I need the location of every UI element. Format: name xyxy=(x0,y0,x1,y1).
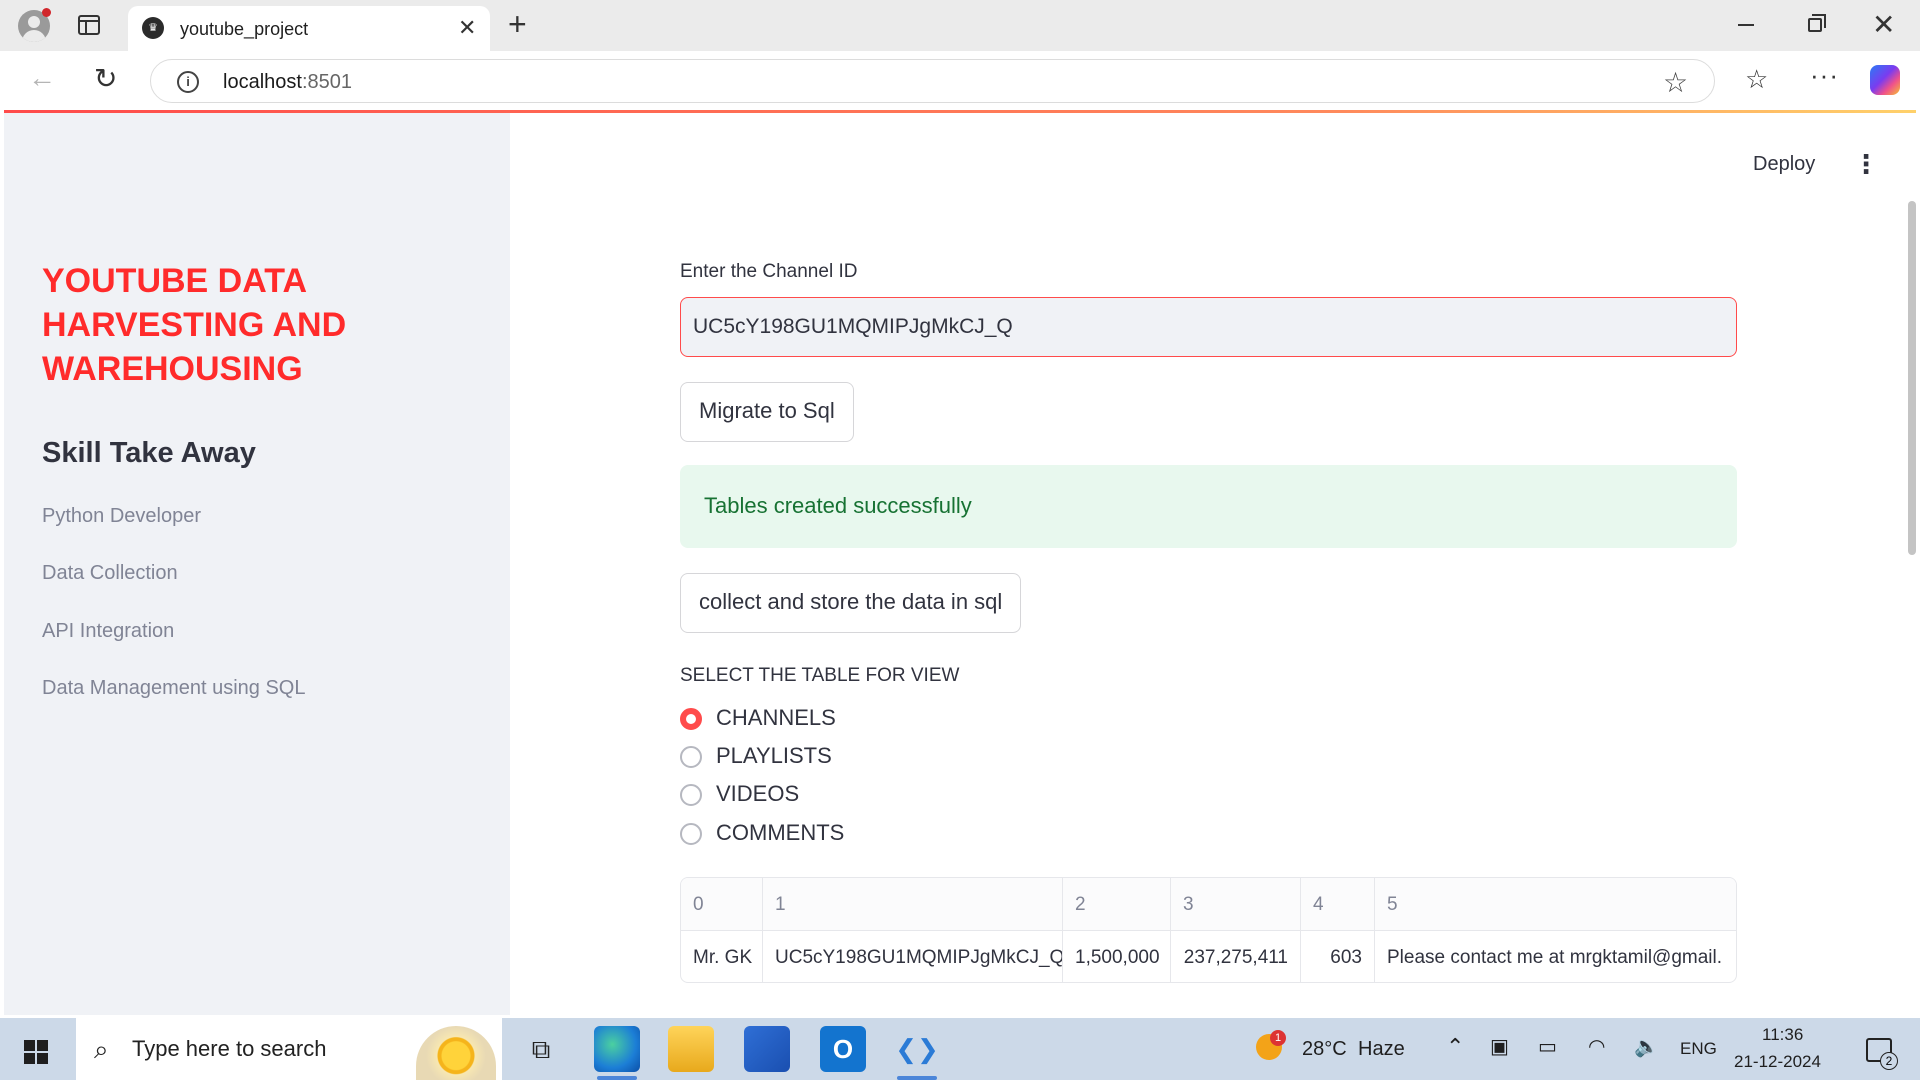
main-content: Deploy ⋮ Enter the Channel ID UC5cY198GU… xyxy=(510,113,1916,1015)
window-restore-icon[interactable] xyxy=(1808,14,1826,32)
success-message: Tables created successfully xyxy=(704,493,972,518)
search-highlight-image xyxy=(416,1026,496,1080)
windows-taskbar: ⌕ Type here to search ⧉ O ❮❯ 1 28°C Haze… xyxy=(0,1018,1920,1080)
skill-item-api-integration: API Integration xyxy=(42,620,175,642)
table-header-cell[interactable]: 0 xyxy=(681,878,763,931)
active-app-indicator xyxy=(597,1076,637,1080)
active-app-indicator xyxy=(897,1076,937,1080)
clock-time[interactable]: 11:36 xyxy=(1762,1025,1803,1045)
browser-tab-bar: ♛ youtube_project ✕ + ✕ xyxy=(0,0,1920,51)
streamlit-favicon-icon: ♛ xyxy=(142,17,164,39)
address-toolbar: ← ↻ i localhost:8501 ☆ ☆ ··· xyxy=(0,51,1920,108)
new-tab-icon[interactable]: + xyxy=(508,6,527,43)
url-text[interactable]: localhost:8501 xyxy=(223,71,352,94)
radio-unselected-icon[interactable] xyxy=(680,823,702,845)
table-cell[interactable]: 1,500,000 xyxy=(1063,931,1171,982)
table-header-cell[interactable]: 3 xyxy=(1171,878,1301,931)
url-host: localhost xyxy=(223,71,302,93)
microsoft-store-icon[interactable] xyxy=(744,1026,790,1072)
file-explorer-icon[interactable] xyxy=(668,1026,714,1072)
windows-start-icon[interactable] xyxy=(24,1040,48,1064)
table-cell[interactable]: Mr. GK xyxy=(681,931,763,982)
favorite-star-icon[interactable]: ☆ xyxy=(1663,66,1688,99)
volume-icon[interactable]: 🔈 xyxy=(1634,1034,1659,1059)
skill-item-python: Python Developer xyxy=(42,505,201,527)
table-header-cell[interactable]: 2 xyxy=(1063,878,1171,931)
data-table[interactable]: 0 1 2 3 4 5 Mr. GK UC5cY198GU1MQMIPJgMkC… xyxy=(680,877,1737,983)
favorites-icon[interactable]: ☆ xyxy=(1745,64,1768,95)
copilot-icon[interactable] xyxy=(1870,65,1900,95)
skill-item-sql: Data Management using SQL xyxy=(42,677,306,699)
channel-id-input[interactable]: UC5cY198GU1MQMIPJgMkCJ_Q xyxy=(680,297,1737,357)
edge-browser-icon[interactable] xyxy=(594,1026,640,1072)
deploy-button[interactable]: Deploy xyxy=(1753,153,1815,176)
weather-description[interactable]: Haze xyxy=(1358,1038,1405,1061)
success-alert: Tables created successfully xyxy=(680,465,1737,548)
site-info-icon[interactable]: i xyxy=(177,71,199,93)
app-title: YOUTUBE DATA HARVESTING AND WAREHOUSING xyxy=(42,262,347,388)
tab-close-icon[interactable]: ✕ xyxy=(458,15,476,41)
table-header-cell[interactable]: 1 xyxy=(763,878,1063,931)
table-header-cell[interactable]: 4 xyxy=(1301,878,1375,931)
table-cell[interactable]: UC5cY198GU1MQMIPJgMkCJ_Q xyxy=(763,931,1063,982)
collect-store-button[interactable]: collect and store the data in sql xyxy=(680,573,1022,633)
radio-label-playlists: PLAYLISTS xyxy=(716,743,832,768)
radio-selected-icon[interactable] xyxy=(680,708,702,730)
sidebar: YOUTUBE DATA HARVESTING AND WAREHOUSING … xyxy=(4,113,510,1015)
window-minimize-icon[interactable] xyxy=(1738,24,1754,26)
network-icon[interactable]: ◠ xyxy=(1588,1034,1605,1059)
window-close-icon[interactable]: ✕ xyxy=(1872,8,1895,41)
scrollbar[interactable] xyxy=(1908,201,1916,555)
main-menu-icon[interactable]: ⋮ xyxy=(1853,149,1879,180)
skill-item-data-collection: Data Collection xyxy=(42,562,178,584)
skill-section-title: Skill Take Away xyxy=(42,437,256,469)
table-cell[interactable]: Please contact me at mrgktamil@gmail. xyxy=(1375,931,1736,982)
radio-label-videos: VIDEOS xyxy=(716,781,800,806)
taskbar-search-placeholder: Type here to search xyxy=(132,1036,327,1061)
task-view-icon[interactable]: ⧉ xyxy=(518,1026,564,1072)
url-port: :8501 xyxy=(301,71,352,93)
language-indicator[interactable]: ENG xyxy=(1680,1039,1717,1059)
address-bar[interactable]: i localhost:8501 ☆ xyxy=(150,59,1715,103)
weather-temperature[interactable]: 28°C xyxy=(1302,1038,1347,1061)
outlook-icon[interactable]: O xyxy=(820,1026,866,1072)
back-arrow-icon[interactable]: ← xyxy=(28,62,56,94)
radio-label-comments: COMMENTS xyxy=(716,820,845,845)
table-cell[interactable]: 237,275,411 xyxy=(1171,931,1301,982)
table-cell[interactable]: 603 xyxy=(1301,931,1375,982)
radio-unselected-icon[interactable] xyxy=(680,746,702,768)
channel-id-label: Enter the Channel ID xyxy=(680,261,858,282)
battery-icon[interactable]: ▭ xyxy=(1538,1034,1557,1059)
search-icon: ⌕ xyxy=(94,1034,109,1064)
browser-tab[interactable]: ♛ youtube_project ✕ xyxy=(128,6,490,51)
more-options-icon[interactable]: ··· xyxy=(1810,60,1839,91)
app-page: YOUTUBE DATA HARVESTING AND WAREHOUSING … xyxy=(4,113,1916,1015)
show-hidden-icons-icon[interactable]: ⌃ xyxy=(1446,1034,1464,1060)
clock-date[interactable]: 21-12-2024 xyxy=(1734,1052,1821,1072)
taskbar-search-box[interactable]: ⌕ Type here to search xyxy=(76,1018,502,1080)
profile-alert-dot xyxy=(42,8,51,17)
radio-label-channels: CHANNELS xyxy=(716,705,836,730)
table-select-label: SELECT THE TABLE FOR VIEW xyxy=(680,665,960,686)
tab-title: youtube_project xyxy=(180,19,309,39)
radio-unselected-icon[interactable] xyxy=(680,784,702,806)
system-tray-app-icon[interactable]: ▣ xyxy=(1490,1034,1509,1059)
migrate-to-sql-button[interactable]: Migrate to Sql xyxy=(680,382,854,442)
vscode-icon[interactable]: ❮❯ xyxy=(894,1026,940,1072)
weather-badge: 1 xyxy=(1270,1030,1286,1046)
tab-actions-icon[interactable] xyxy=(78,15,100,35)
table-header-cell[interactable]: 5 xyxy=(1375,878,1736,931)
reload-icon[interactable]: ↻ xyxy=(94,62,117,95)
notification-count: 2 xyxy=(1880,1052,1898,1070)
